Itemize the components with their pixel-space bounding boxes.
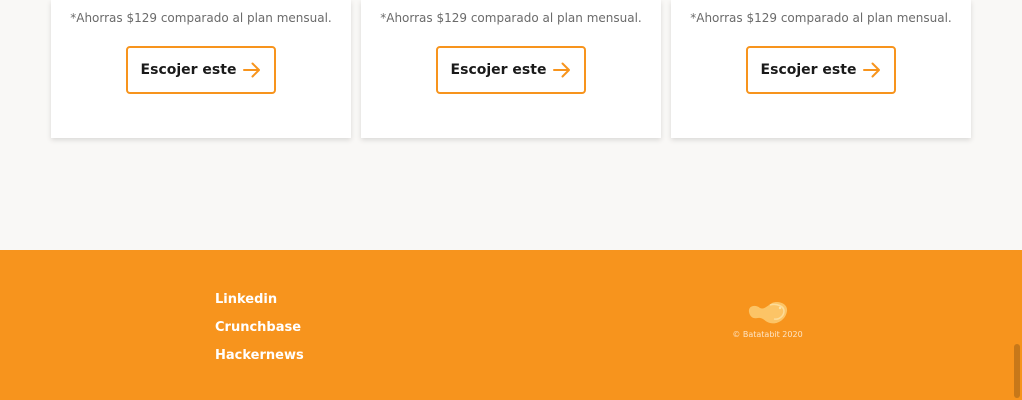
batatabit-logo-icon (748, 301, 787, 324)
arrow-right-icon (243, 62, 261, 78)
choose-plan-label: Escojer este (450, 62, 547, 78)
savings-note: *Ahorras $129 comparado al plan mensual. (70, 11, 332, 25)
scrollbar-thumb[interactable] (1014, 344, 1020, 398)
footer-links: Linkedin Crunchbase Hackernews (215, 288, 304, 372)
choose-plan-label: Escojer este (140, 62, 237, 78)
arrow-right-icon (553, 62, 571, 78)
site-footer: Linkedin Crunchbase Hackernews © Batatab… (0, 250, 1022, 400)
footer-link-item: Crunchbase (215, 316, 304, 344)
footer-link-linkedin[interactable]: Linkedin (215, 292, 277, 307)
savings-note: *Ahorras $129 comparado al plan mensual. (380, 11, 642, 25)
plan-card-3: *Ahorras $129 comparado al plan mensual.… (671, 0, 971, 138)
choose-plan-button-2[interactable]: Escojer este (436, 46, 586, 94)
footer-brand: © Batatabit 2020 (720, 300, 815, 339)
arrow-right-icon (863, 62, 881, 78)
choose-plan-label: Escojer este (760, 62, 857, 78)
savings-note: *Ahorras $129 comparado al plan mensual. (690, 11, 952, 25)
plan-card-1: *Ahorras $129 comparado al plan mensual.… (51, 0, 351, 138)
copyright-text: © Batatabit 2020 (732, 330, 803, 339)
footer-link-item: Hackernews (215, 344, 304, 372)
plan-card-2: *Ahorras $129 comparado al plan mensual.… (361, 0, 661, 138)
pricing-cards: *Ahorras $129 comparado al plan mensual.… (51, 0, 971, 138)
choose-plan-button-1[interactable]: Escojer este (126, 46, 276, 94)
footer-link-crunchbase[interactable]: Crunchbase (215, 320, 301, 335)
footer-link-item: Linkedin (215, 288, 304, 316)
choose-plan-button-3[interactable]: Escojer este (746, 46, 896, 94)
footer-link-hackernews[interactable]: Hackernews (215, 348, 304, 363)
